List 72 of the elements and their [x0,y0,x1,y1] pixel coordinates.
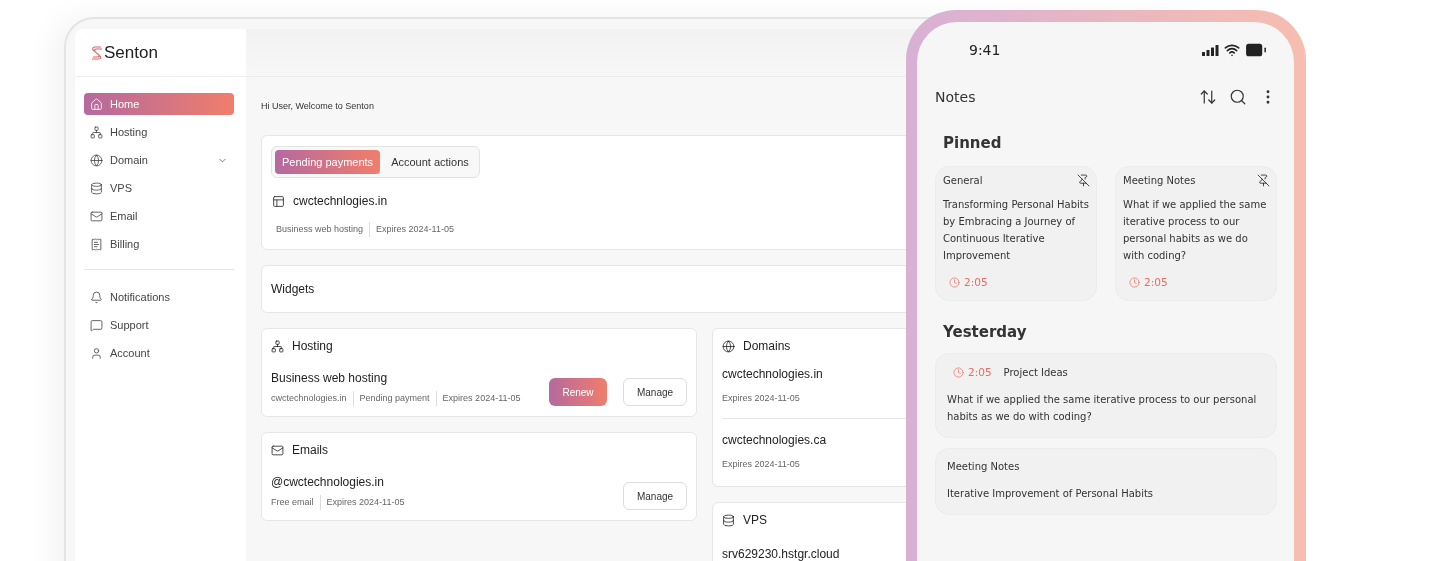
server-name: srv629230.hstgr.cloud [722,547,840,561]
note-category: Meeting Notes [1123,175,1196,186]
note-category: Project Ideas [1003,366,1068,378]
note-card[interactable]: Meeting Notes What if we applied the same iterative process to our personal habits as we do with coding? 2:05 [1115,166,1277,301]
status-time: 9:41 [969,42,1001,58]
signal-icon [1202,44,1219,56]
note-category: General [943,175,983,186]
database-icon [90,181,103,195]
manage-button[interactable]: Manage [623,378,687,406]
nav-item[interactable]: Email [84,205,234,227]
search-icon[interactable] [1229,88,1247,106]
section-title: Yesterday [943,323,1028,341]
domain-name: cwctechnologies.in [722,367,823,381]
nav-item[interactable]: Hosting [84,121,234,143]
note-body: What if we applied the same iterative process to our personal habits as we do with coding? [947,393,1258,424]
note-card[interactable]: General Transforming Personal Habits by Embracing a Journey of Continuous Iterative Improvement 2:05 [935,166,1097,301]
greeting-text: Hi User, Welcome to Senton [261,101,375,111]
item-title: cwctechnlogies.in [293,194,388,208]
nav-item[interactable]: VPS [84,177,234,199]
receipt-icon [90,237,103,251]
nav-item[interactable]: Domain [84,149,234,171]
card-title: Widgets [271,282,315,296]
note-body: What if we applied the same iterative process to our personal habits as we do with coding? [1123,198,1268,263]
meta-text: Expires 2024-11-05 [369,222,460,237]
clock-icon [949,276,960,288]
card-title: Hosting [292,339,333,353]
tab[interactable]: Account actions [384,150,476,174]
meta-text: cwctechnologies.in [271,392,348,405]
meta-text: Expires 2024-11-05 [435,391,527,406]
globe-icon [90,153,103,167]
note-body: Transforming Personal Habits by Embracing a Journey of Continuous Iterative Improvement [943,198,1090,263]
meta-text: Business web hosting [276,223,365,236]
note-time: 2:05 [1144,276,1168,288]
network-icon [271,339,284,353]
clock-icon [953,366,964,378]
note-card[interactable]: 2:05 Project Ideas What if we applied the same iterative process to our personal habits as we do with coding? [935,353,1277,438]
logo-mark-icon [91,44,103,61]
layout-icon [272,194,285,208]
manage-button[interactable]: Manage [623,482,687,510]
house-icon [90,97,103,111]
card-title: VPS [743,513,767,527]
meta-text: Expires 2024-11-05 [722,458,801,471]
meta-text: Expires 2024-11-05 [722,392,801,405]
meta-text: Free email [271,496,315,509]
globe-icon [722,339,735,353]
clock-icon [1129,276,1140,288]
section-title: Pinned [943,134,1003,152]
app-title: Notes [935,89,976,105]
item-name: Business web hosting [271,371,388,385]
note-time: 2:05 [968,366,992,378]
note-card[interactable]: Meeting Notes Iterative Improvement of Personal Habits [935,448,1277,515]
tab[interactable]: Pending payments [275,150,381,174]
note-time: 2:05 [964,276,988,288]
domain-name: cwctechnologies.ca [722,433,827,447]
nav-item[interactable]: Support [84,314,234,336]
bell-icon [90,290,103,304]
wifi-icon [1224,42,1240,58]
card-title: Emails [292,443,328,457]
network-icon [90,125,103,139]
nav-item[interactable]: Billing [84,233,234,255]
meta-text: Expires 2024-11-05 [319,495,411,510]
nav-item[interactable]: Notifications [84,286,234,308]
database-icon [722,513,735,527]
nav-item[interactable]: Account [84,342,234,364]
card-title: Domains [743,339,791,353]
note-category: Meeting Notes [947,461,1020,472]
nav-item[interactable]: Home [84,93,234,115]
user-icon [90,346,103,360]
note-body: Iterative Improvement of Personal Habits [947,487,1155,501]
meta-text: Pending payment [352,391,436,406]
sort-icon[interactable] [1199,88,1217,106]
item-name: @cwctechnologies.in [271,475,384,489]
